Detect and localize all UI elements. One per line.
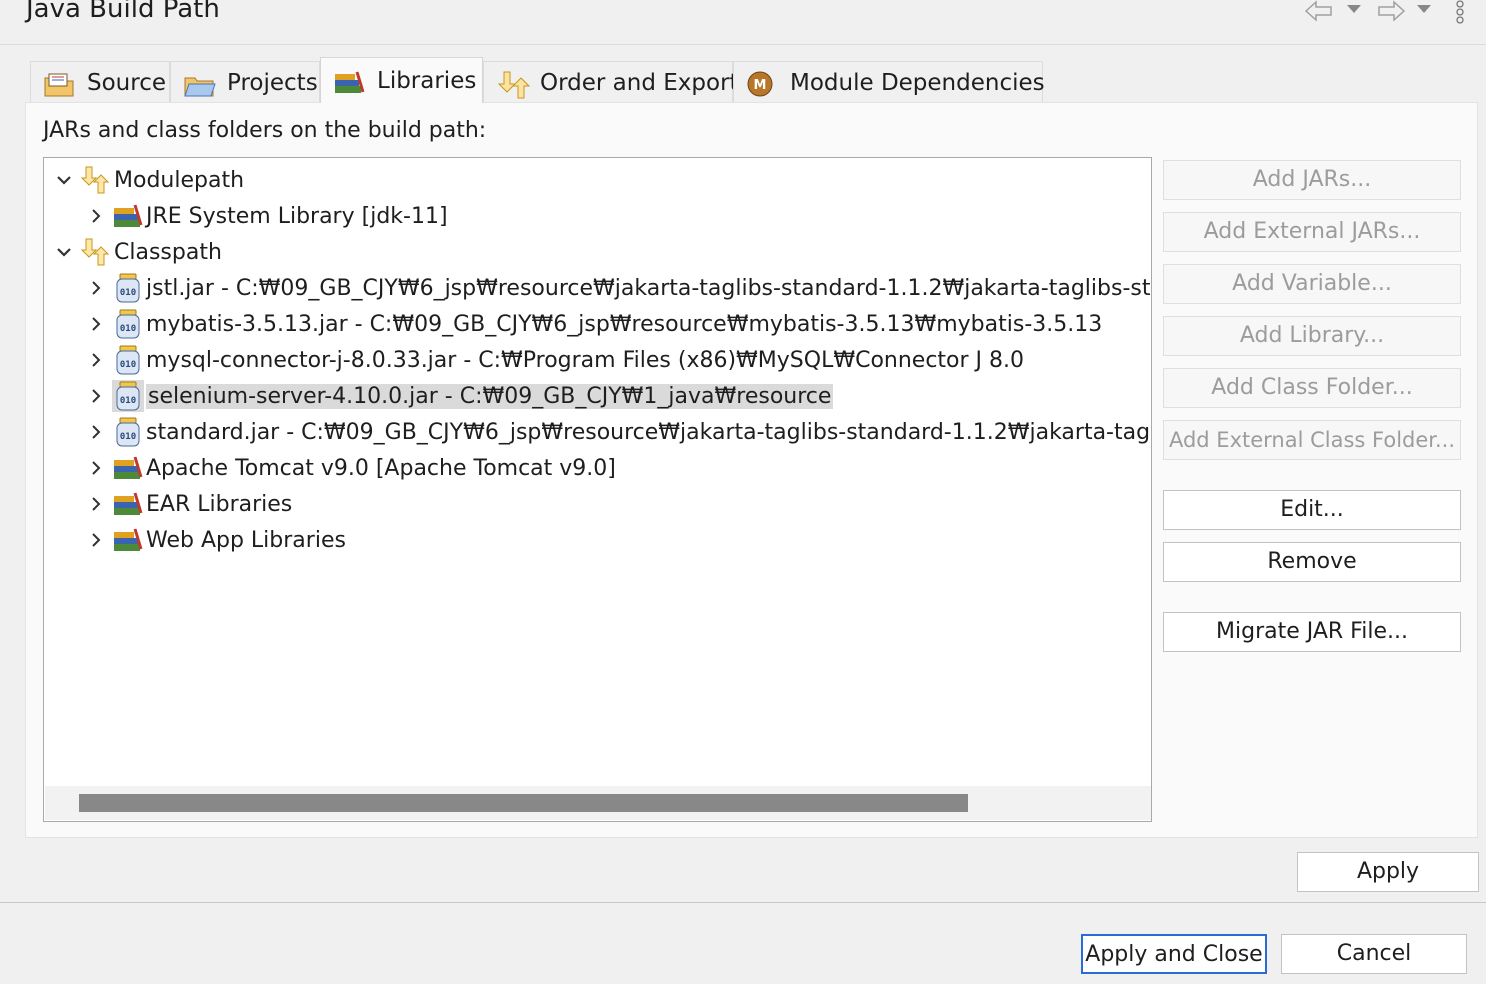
tab-projects[interactable]: Projects [170, 61, 320, 103]
jar-icon: 010 [112, 308, 144, 340]
remove-button[interactable]: Remove [1163, 542, 1461, 582]
migrate-jar-file-button[interactable]: Migrate JAR File... [1163, 612, 1461, 652]
svg-text:010: 010 [120, 324, 136, 334]
tab-module-dependencies[interactable]: M Module Dependencies [733, 61, 1045, 103]
chevron-right-icon[interactable] [86, 458, 106, 478]
tree-label: mysql-connector-j-8.0.33.jar - C:₩Progra… [146, 347, 1025, 373]
tab-label: Source [87, 69, 166, 96]
tree-label: Classpath [114, 239, 222, 265]
svg-text:010: 010 [120, 432, 136, 442]
tree-node-mybatis-jar[interactable]: 010 mybatis-3.5.13.jar - C:₩09_GB_CJY₩6_… [86, 307, 1102, 341]
svg-text:010: 010 [120, 396, 136, 406]
page-header: Java Build Path [0, 0, 1486, 45]
chevron-down-icon[interactable] [1416, 0, 1432, 22]
tree-label: Apache Tomcat v9.0 [Apache Tomcat v9.0] [146, 455, 616, 481]
library-books-icon [112, 200, 144, 232]
svg-text:010: 010 [120, 360, 136, 370]
jar-icon: 010 [112, 380, 144, 412]
chevron-right-icon[interactable] [86, 386, 106, 406]
tab-order-export[interactable]: Order and Export [483, 61, 739, 103]
tree-label: Modulepath [114, 167, 245, 193]
jar-icon: 010 [112, 344, 144, 376]
cancel-button[interactable]: Cancel [1281, 934, 1467, 974]
chevron-right-icon[interactable] [86, 422, 106, 442]
svg-text:010: 010 [120, 288, 136, 298]
path-container-icon [80, 236, 112, 268]
library-books-icon [112, 452, 144, 484]
tree-node-standard-jar[interactable]: 010 standard.jar - C:₩09_GB_CJY₩6_jsp₩re… [86, 415, 1151, 449]
tree-node-web-app-libraries[interactable]: Web App Libraries [86, 523, 346, 557]
path-container-icon [80, 164, 112, 196]
chevron-right-icon[interactable] [86, 278, 106, 298]
tree-label: JRE System Library [jdk-11] [146, 203, 448, 229]
chevron-down-icon[interactable] [1346, 0, 1362, 22]
svg-text:M: M [754, 78, 767, 93]
chevron-right-icon[interactable] [86, 314, 106, 334]
horizontal-scrollbar-thumb[interactable] [79, 794, 968, 812]
tree-label: standard.jar - C:₩09_GB_CJY₩6_jsp₩resour… [146, 419, 1151, 445]
add-class-folder-button[interactable]: Add Class Folder... [1163, 368, 1461, 408]
add-external-class-folder-button[interactable]: Add External Class Folder... [1163, 420, 1461, 460]
page-title: Java Build Path [26, 0, 220, 24]
tree-node-apache-tomcat[interactable]: Apache Tomcat v9.0 [Apache Tomcat v9.0] [86, 451, 616, 485]
jar-icon: 010 [112, 416, 144, 448]
tree-node-modulepath[interactable]: Modulepath [54, 163, 244, 197]
apply-button[interactable]: Apply [1297, 852, 1479, 892]
add-variable-button[interactable]: Add Variable... [1163, 264, 1461, 304]
add-external-jars-button[interactable]: Add External JARs... [1163, 212, 1461, 252]
chevron-right-icon[interactable] [86, 350, 106, 370]
tab-label: Module Dependencies [790, 69, 1045, 96]
tree-node-ear-libraries[interactable]: EAR Libraries [86, 487, 292, 521]
module-icon: M [746, 70, 780, 96]
library-books-icon [112, 524, 144, 556]
chevron-down-icon[interactable] [54, 242, 74, 262]
tree-label: Web App Libraries [146, 527, 346, 553]
chevron-right-icon[interactable] [86, 494, 106, 514]
tree-node-mysql-connector-jar[interactable]: 010 mysql-connector-j-8.0.33.jar - C:₩Pr… [86, 343, 1024, 377]
tab-label: Order and Export [540, 69, 739, 96]
tree-node-jre[interactable]: JRE System Library [jdk-11] [86, 199, 448, 233]
tree-label-selected: selenium-server-4.10.0.jar - C:₩09_GB_CJ… [146, 383, 834, 409]
source-folder-icon [43, 70, 77, 96]
projects-folder-icon [183, 70, 217, 96]
build-path-tree[interactable]: Modulepath JRE System Library [jdk-11] C… [43, 157, 1152, 822]
tab-label: Libraries [377, 67, 477, 94]
chevron-right-icon[interactable] [86, 206, 106, 226]
tree-label: EAR Libraries [146, 491, 293, 517]
add-library-button[interactable]: Add Library... [1163, 316, 1461, 356]
jar-icon: 010 [112, 272, 144, 304]
tab-libraries[interactable]: Libraries [320, 57, 483, 103]
more-icon[interactable] [1453, 0, 1467, 31]
tab-source[interactable]: Source [30, 61, 170, 103]
tree-node-jstl-jar[interactable]: 010 jstl.jar - C:₩09_GB_CJY₩6_jsp₩resour… [86, 271, 1151, 305]
library-books-icon [112, 488, 144, 520]
add-jars-button[interactable]: Add JARs... [1163, 160, 1461, 200]
tab-label: Projects [227, 69, 318, 96]
tree-label: mybatis-3.5.13.jar - C:₩09_GB_CJY₩6_jsp₩… [146, 311, 1103, 337]
tree-node-classpath[interactable]: Classpath [54, 235, 222, 269]
edit-button[interactable]: Edit... [1163, 490, 1461, 530]
forward-icon[interactable] [1376, 0, 1406, 27]
library-books-icon [333, 68, 367, 94]
tree-node-selenium-jar[interactable]: 010 selenium-server-4.10.0.jar - C:₩09_G… [86, 379, 834, 413]
section-label: JARs and class folders on the build path… [43, 118, 487, 143]
chevron-down-icon[interactable] [54, 170, 74, 190]
back-icon[interactable] [1304, 0, 1334, 27]
apply-and-close-button[interactable]: Apply and Close [1081, 934, 1267, 974]
chevron-right-icon[interactable] [86, 530, 106, 550]
order-export-icon [496, 70, 531, 98]
tree-label: jstl.jar - C:₩09_GB_CJY₩6_jsp₩resource₩j… [146, 275, 1151, 301]
